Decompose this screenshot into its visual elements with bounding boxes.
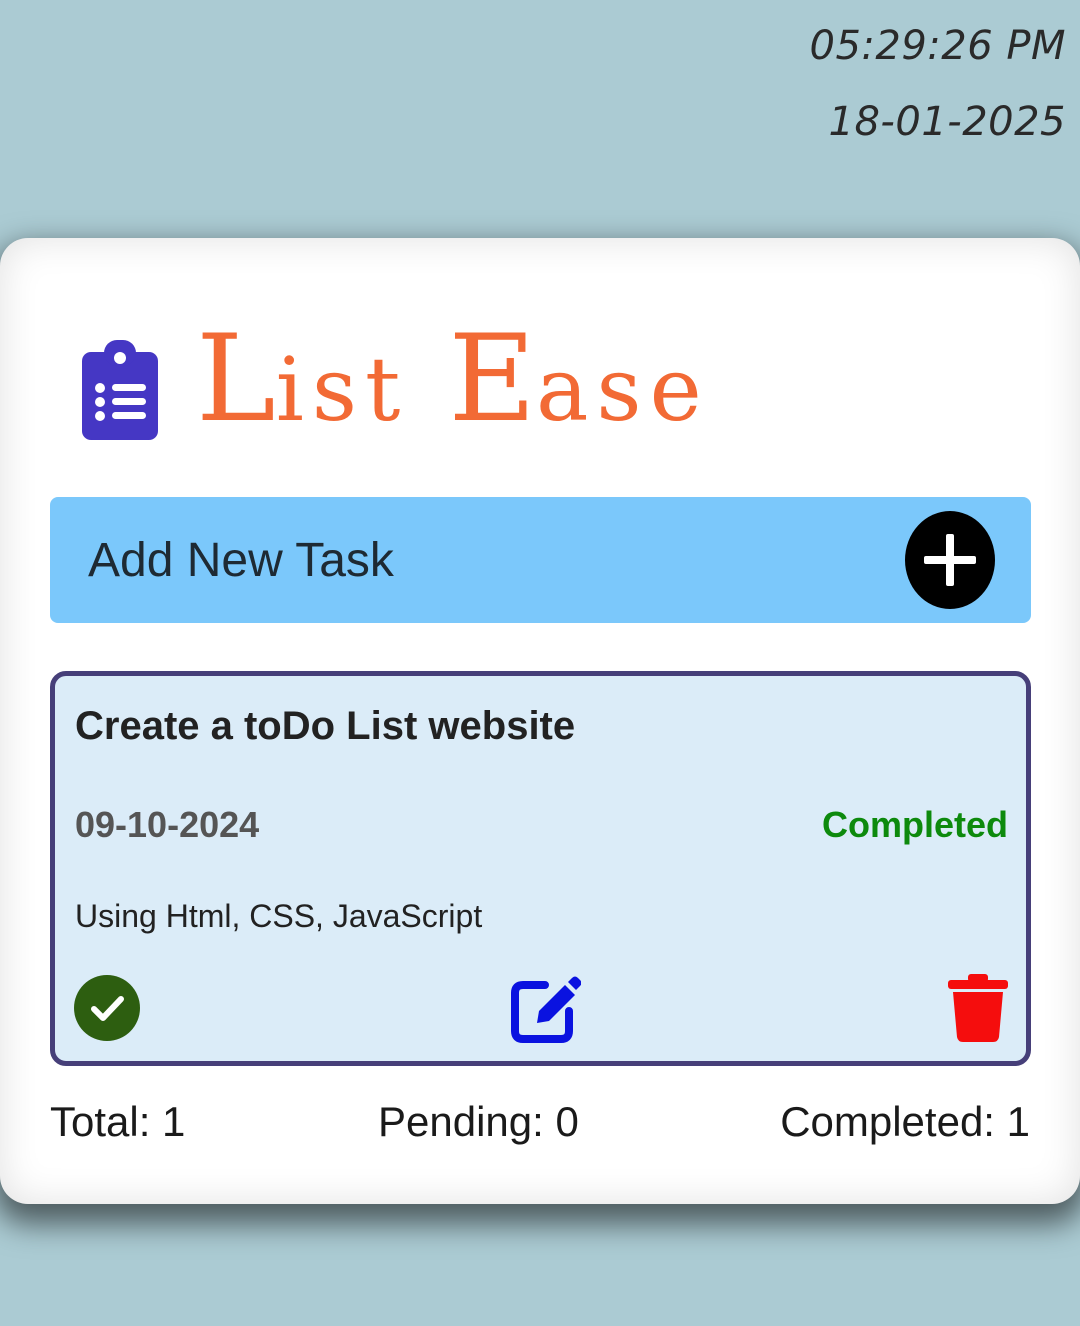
task-status: Completed [821,804,1008,845]
task-description: Using Html, CSS, JavaScript [75,898,483,934]
task-date: 09-10-2024 [75,804,260,845]
task-title: Create a toDo List website [75,704,576,748]
clipboard-list-icon [82,340,158,440]
title-letter-e: E [448,310,536,449]
stat-completed: Completed: 1 [780,1098,1030,1145]
delete-task-icon[interactable] [948,974,1008,1042]
stat-pending: Pending: 0 [378,1098,579,1145]
task-item: Create a toDo List website 09-10-2024 Co… [50,671,1031,1066]
stat-total: Total: 1 [50,1098,186,1145]
complete-task-icon[interactable] [73,974,141,1042]
add-task-button[interactable] [905,511,995,609]
add-task-input[interactable] [86,519,870,601]
title-letter-l: L [196,310,276,449]
clock: 05:29:26 PM 18-01-2025 [810,8,1067,160]
title-word2-rest: ase [535,338,710,441]
clock-time: 05:29:26 PM [809,23,1066,69]
brand-header: L ist E ase [82,320,710,440]
add-task-bar [50,497,1031,623]
title-word1-rest: ist [275,338,409,441]
clock-date: 18-01-2025 [828,99,1066,145]
todo-card: L ist E ase Create a toDo List website 0… [0,238,1080,1204]
app-title: L ist E ase [196,320,710,440]
edit-task-icon[interactable] [511,973,581,1043]
plus-icon [924,534,976,586]
